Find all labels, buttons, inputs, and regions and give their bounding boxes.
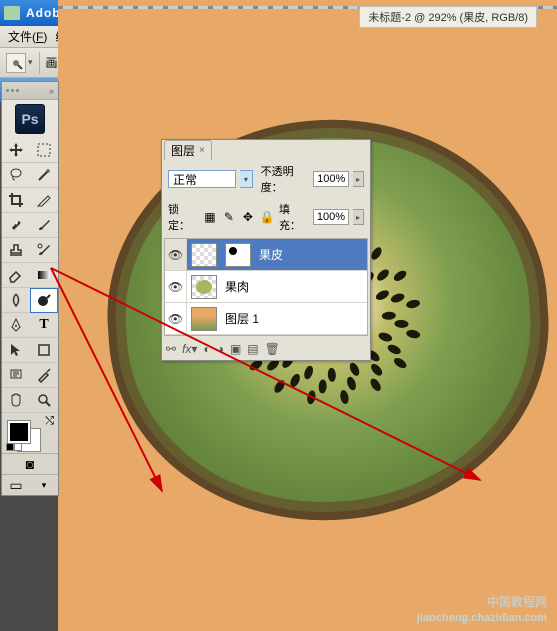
layer-visibility-icon[interactable]: 👁 [165,239,187,270]
dodge-burn-tool[interactable] [30,288,58,313]
panel-tabs: 图层 × [162,140,370,160]
app-icon [4,6,20,20]
fill-field[interactable]: 100% [313,209,349,225]
lock-transparency-icon[interactable]: ▦ [202,210,218,224]
marquee-tool[interactable] [30,138,58,163]
move-tool[interactable] [2,138,30,163]
layer-thumbnail[interactable] [191,307,217,331]
layer-name: 果皮 [255,246,283,263]
link-layers-icon[interactable]: ⚯ [166,342,176,356]
menu-item-f[interactable]: 文件(F) [4,26,51,47]
fill-arrow-icon[interactable]: ▸ [353,209,364,225]
layer-mask-thumbnail[interactable] [225,243,251,267]
blend-mode-select[interactable]: 正常 [168,170,236,188]
fill-label: 填充： [279,201,309,233]
lock-paint-icon[interactable]: ✎ [221,210,237,224]
tool-preset-dropdown-icon[interactable]: ▾ [28,57,33,68]
layer-name: 图层 1 [221,310,259,327]
tool-preset-icon[interactable] [6,53,26,73]
layer-row[interactable]: 👁 图层 1 [165,303,367,335]
layer-visibility-icon[interactable]: 👁 [165,303,187,334]
swap-colors-icon[interactable]: ⤭ [45,415,54,428]
quick-mask-icon[interactable]: ◙ [2,454,58,474]
secondary-doc-label: 未标题-2 @ 292% (果皮, RGB/8) [359,6,537,28]
lock-position-icon[interactable]: ✥ [240,210,256,224]
lock-all-icon[interactable]: 🔒 [259,210,275,224]
stamp-tool[interactable] [2,238,30,263]
layers-panel: 图层 × 正常 ▾ 不透明度： 100% ▸ 锁定： ▦ ✎ ✥ 🔒 填充： 1… [161,139,371,361]
layers-tab-label: 图层 [171,142,195,159]
layers-tab[interactable]: 图层 × [164,140,212,160]
watermark-line1: 中国教程网 [487,595,547,609]
type-tool[interactable]: T [30,313,58,338]
watermark: 中国教程网 jiaocheng.chazidian.com [417,588,547,625]
crop-tool[interactable] [2,188,30,213]
layer-visibility-icon[interactable]: 👁 [165,271,187,302]
tab-close-icon[interactable]: × [199,145,205,156]
opacity-field[interactable]: 100% [313,171,349,187]
toolbox-grip[interactable]: » [2,82,58,100]
screen-mode-icon[interactable]: ▭ [2,475,30,495]
lock-label: 锁定： [168,201,198,233]
hand-tool[interactable] [2,388,30,413]
pen-tool[interactable] [2,313,30,338]
layer-row[interactable]: 👁 果皮 [165,239,367,271]
screen-mode-dropdown-icon[interactable]: ▾ [30,475,58,495]
eyedropper-tool[interactable] [30,363,58,388]
color-swatches[interactable]: ⤭ [2,413,58,453]
layer-fx-icon[interactable]: fx▾ [182,342,197,356]
toolbox: » Ps T ⤭ ◙ ▭ ▾ [1,81,59,496]
zoom-tool[interactable] [30,388,58,413]
healing-tool[interactable] [2,213,30,238]
slice-tool[interactable] [30,188,58,213]
layer-name: 果肉 [221,278,249,295]
screen-mode-row: ◙ [2,453,58,474]
opacity-arrow-icon[interactable]: ▸ [353,171,364,187]
toolbox-collapse-icon[interactable]: » [49,86,54,96]
layer-thumbnail[interactable] [191,243,217,267]
blend-mode-dropdown-icon[interactable]: ▾ [240,170,252,188]
layer-thumbnail[interactable] [191,275,217,299]
layers-panel-footer: ⚯ fx▾ ◐ ◑ ▣ ▤ 🗑 [162,338,370,360]
default-colors-icon[interactable] [6,443,22,451]
blur-tool[interactable] [2,288,30,313]
layer-row[interactable]: 👁 果肉 [165,271,367,303]
opacity-label: 不透明度： [261,163,310,195]
wand-tool[interactable] [30,163,58,188]
tool-grid: T [2,138,58,413]
lasso-tool[interactable] [2,163,30,188]
eraser-tool[interactable] [2,263,30,288]
ps-logo-icon: Ps [15,104,45,134]
shape-tool[interactable] [30,338,58,363]
foreground-color[interactable] [8,421,30,443]
layer-group-icon[interactable]: ▣ [230,342,241,356]
notes-tool[interactable] [2,363,30,388]
gradient-tool[interactable] [30,263,58,288]
brush-tool[interactable] [30,213,58,238]
watermark-line2: jiaocheng.chazidian.com [417,612,547,625]
path-select-tool[interactable] [2,338,30,363]
history-brush-tool[interactable] [30,238,58,263]
adjustment-layer-icon[interactable]: ◑ [217,342,224,356]
delete-layer-icon[interactable]: 🗑 [265,342,280,356]
layer-mask-icon[interactable]: ◐ [203,342,210,356]
new-layer-icon[interactable]: ▤ [247,342,258,356]
layers-list: 👁 果皮 👁 果肉 👁 图层 1 [164,238,368,336]
